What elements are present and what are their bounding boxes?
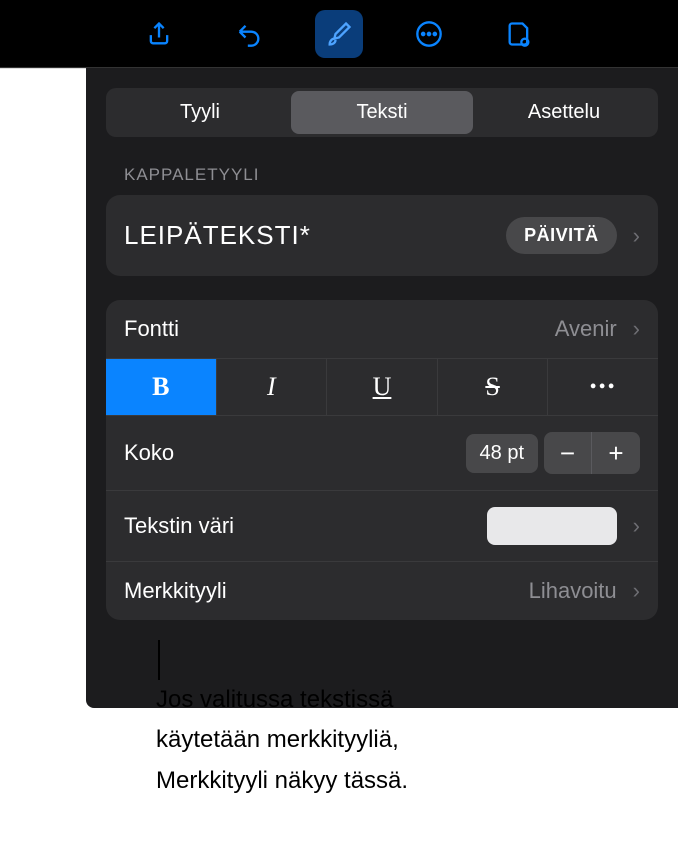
inspector-tabs: Tyyli Teksti Asettelu <box>106 88 658 137</box>
paragraph-style-heading: KAPPALETYYLI <box>106 165 658 185</box>
text-color-row[interactable]: Tekstin väri › <box>106 491 658 562</box>
size-stepper: − + <box>544 432 640 474</box>
format-inspector: Tyyli Teksti Asettelu KAPPALETYYLI LEIPÄ… <box>86 68 678 708</box>
paragraph-style-row[interactable]: LEIPÄTEKSTI* PÄIVITÄ › <box>106 195 658 276</box>
chevron-right-icon: › <box>633 316 640 342</box>
text-color-swatch[interactable] <box>487 507 617 545</box>
top-toolbar <box>0 0 678 68</box>
share-icon <box>145 20 173 48</box>
share-button[interactable] <box>135 10 183 58</box>
more-button[interactable] <box>405 10 453 58</box>
paintbrush-icon <box>325 20 353 48</box>
paragraph-style-actions: PÄIVITÄ › <box>506 217 640 254</box>
undo-button[interactable] <box>225 10 273 58</box>
character-style-row[interactable]: Merkkityyli Lihavoitu › <box>106 562 658 620</box>
chevron-right-icon: › <box>633 578 640 604</box>
chevron-right-icon: › <box>633 513 640 539</box>
size-label: Koko <box>124 440 174 466</box>
callout-text-line: Merkkityyli näkyy tässä. <box>156 761 408 801</box>
document-canvas <box>0 68 86 708</box>
character-style-label: Merkkityyli <box>124 578 227 604</box>
font-row[interactable]: Fontti Avenir › <box>106 300 658 359</box>
callout-text-line: käytetään merkkityyliä, <box>156 720 408 760</box>
format-bar: B I U S ••• <box>106 359 658 416</box>
annotation-callout: Jos valitussa tekstissä käytetään merkki… <box>156 680 408 801</box>
update-style-button[interactable]: PÄIVITÄ <box>506 217 617 254</box>
more-format-button[interactable]: ••• <box>548 359 658 415</box>
callout-text-line: Jos valitussa tekstissä <box>156 680 408 720</box>
underline-button[interactable]: U <box>327 359 438 415</box>
character-style-value: Lihavoitu <box>529 578 617 604</box>
strikethrough-button[interactable]: S <box>438 359 549 415</box>
tab-layout[interactable]: Asettelu <box>473 91 655 134</box>
size-field[interactable]: 48 pt <box>466 434 538 473</box>
panel-area: Tyyli Teksti Asettelu KAPPALETYYLI LEIPÄ… <box>0 68 678 708</box>
tab-text[interactable]: Teksti <box>291 91 473 134</box>
size-row: Koko 48 pt − + <box>106 416 658 491</box>
tab-style[interactable]: Tyyli <box>109 91 291 134</box>
ellipsis-circle-icon <box>415 20 443 48</box>
text-color-label: Tekstin väri <box>124 513 234 539</box>
size-decrease-button[interactable]: − <box>544 432 592 474</box>
font-value: Avenir <box>555 316 617 342</box>
document-gear-icon <box>505 20 533 48</box>
document-options-button[interactable] <box>495 10 543 58</box>
italic-button[interactable]: I <box>217 359 328 415</box>
bold-button[interactable]: B <box>106 359 217 415</box>
format-button[interactable] <box>315 10 363 58</box>
font-label: Fontti <box>124 316 179 342</box>
callout-leader-line <box>158 640 160 680</box>
paragraph-style-name: LEIPÄTEKSTI* <box>124 220 311 251</box>
text-controls-group: Fontti Avenir › B I U S ••• Koko 48 pt − <box>106 300 658 620</box>
chevron-right-icon: › <box>633 223 640 249</box>
undo-icon <box>235 20 263 48</box>
size-increase-button[interactable]: + <box>592 432 640 474</box>
